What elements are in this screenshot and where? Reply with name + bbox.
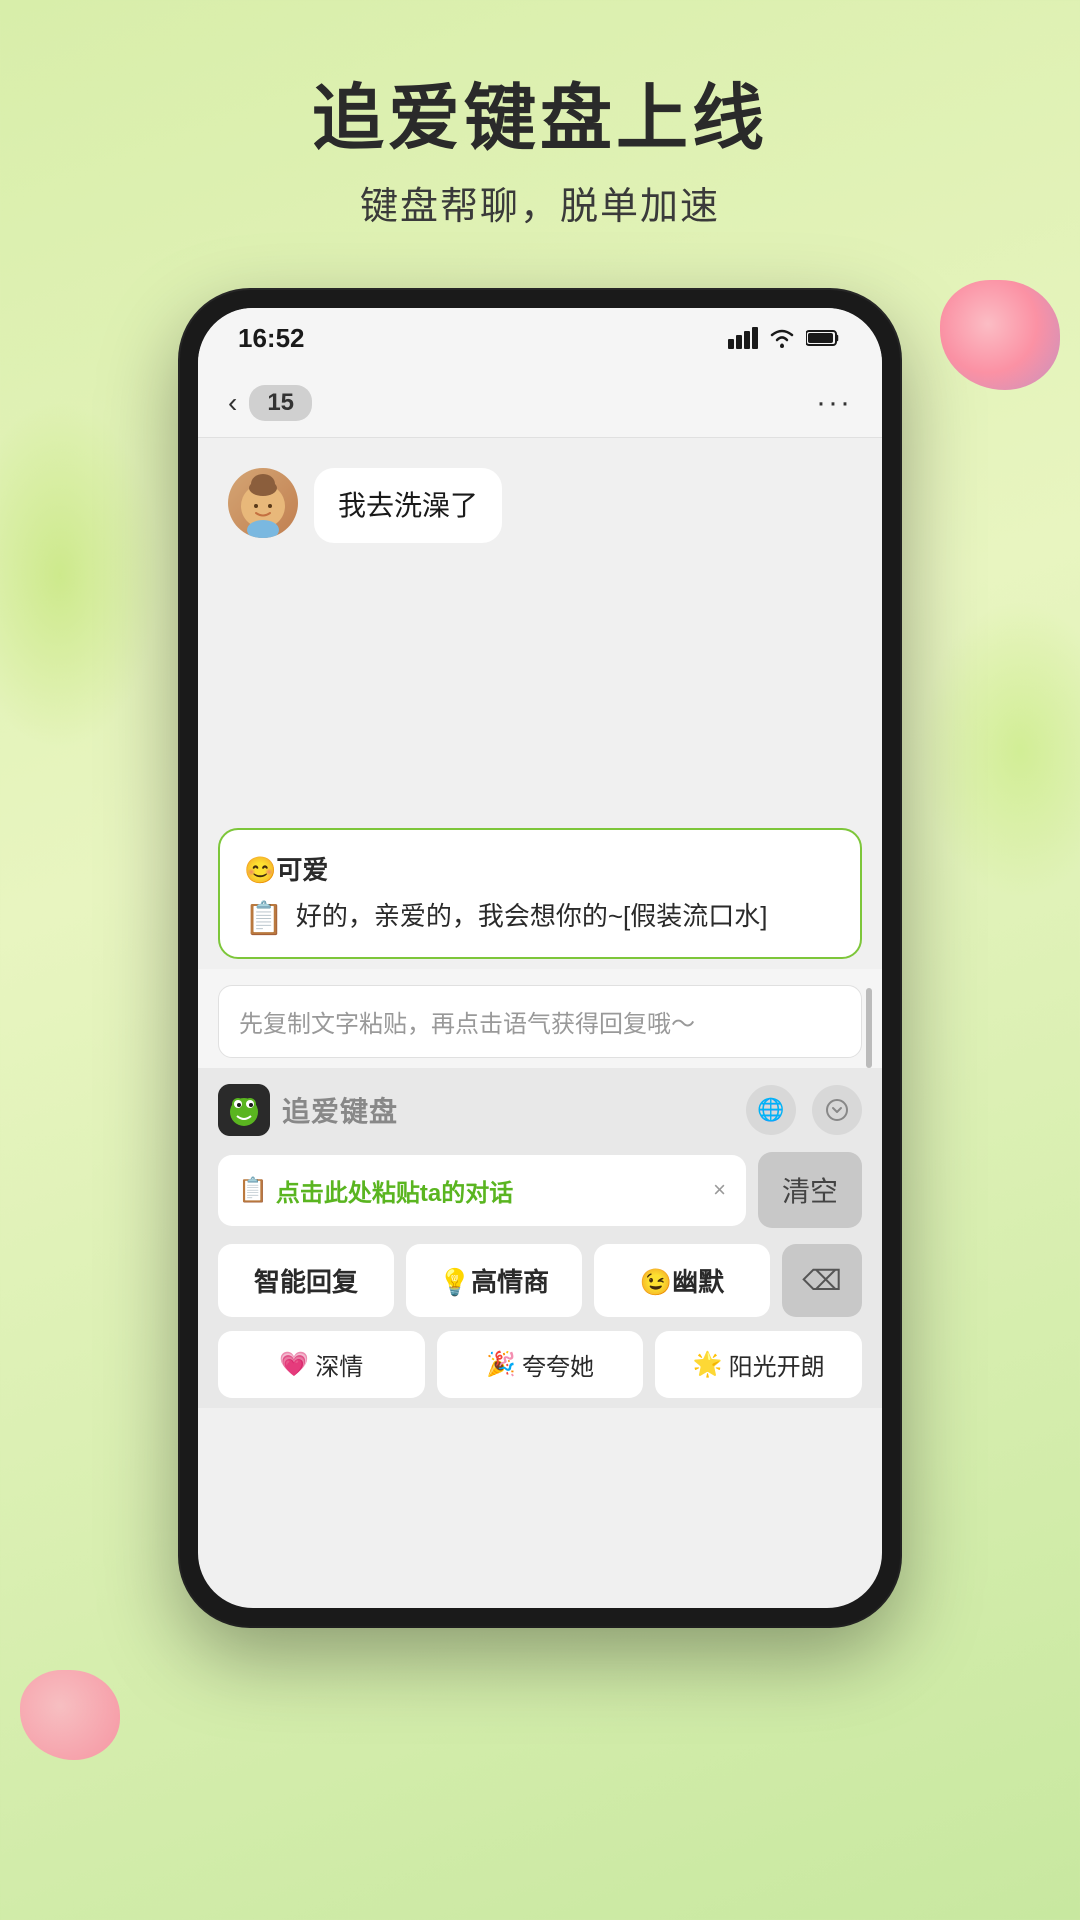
text-input-field[interactable]: 先复制文字粘贴，再点击语气获得回复哦～ — [218, 985, 862, 1058]
chat-header: ‹ 15 ··· — [198, 368, 882, 438]
deep-love-emoji: 💗 — [279, 1350, 309, 1379]
delete-icon: ⌫ — [802, 1264, 842, 1297]
phone-screen: 16:52 — [198, 308, 882, 1608]
heart-blob-top-right — [940, 280, 1060, 390]
status-bar: 16:52 — [198, 308, 882, 368]
input-placeholder: 先复制文字粘贴，再点击语气获得回复哦～ — [239, 1011, 695, 1038]
more-options-button[interactable]: ··· — [816, 386, 852, 420]
status-time: 16:52 — [238, 323, 305, 354]
received-message-row: 我去洗澡了 — [228, 468, 852, 543]
decorative-blob-left — [0, 400, 160, 750]
clear-button[interactable]: 清空 — [758, 1152, 862, 1228]
compliment-label: 夸夸她 — [522, 1347, 594, 1382]
keyboard-header: 追爱键盘 🌐 — [218, 1084, 862, 1136]
suggestion-title-text: 😊可爱 — [244, 850, 328, 887]
deep-love-button[interactable]: 💗 深情 — [218, 1331, 425, 1398]
humor-button[interactable]: 😉幽默 — [594, 1244, 770, 1317]
keyboard-brand-name: 追爱键盘 — [282, 1090, 398, 1130]
globe-icon: 🌐 — [757, 1097, 784, 1123]
phone-mockup: 16:52 — [180, 290, 900, 1626]
globe-button[interactable]: 🌐 — [746, 1085, 796, 1135]
ai-suggestion-title: 😊可爱 — [244, 850, 836, 887]
page-header: 追爱键盘上线 键盘帮聊，脱单加速 — [0, 0, 1080, 260]
heart-blob-bottom-left — [20, 1670, 120, 1760]
received-message-bubble: 我去洗澡了 — [314, 468, 502, 543]
paste-icon: 📋 — [238, 1176, 268, 1205]
page-subtitle: 键盘帮聊，脱单加速 — [0, 175, 1080, 230]
paste-close-button[interactable]: × — [713, 1177, 726, 1203]
signal-icon — [728, 327, 758, 349]
mood-buttons-row: 💗 深情 🎉 夸夸她 🌟 阳光开朗 — [218, 1331, 862, 1398]
humor-label: 😉幽默 — [640, 1262, 724, 1299]
sunshine-label: 阳光开朗 — [729, 1347, 825, 1382]
paste-box[interactable]: 📋 点击此处粘贴ta的对话 × — [218, 1155, 746, 1226]
chat-badge: 15 — [249, 385, 312, 421]
function-buttons-row: 智能回复 💡高情商 😉幽默 ⌫ — [218, 1244, 862, 1317]
ai-suggestion-text: 好的，亲爱的，我会想你的~[假装流口水] — [296, 897, 768, 936]
keyboard-brand: 追爱键盘 — [218, 1084, 398, 1136]
compliment-emoji: 🎉 — [486, 1350, 516, 1379]
status-icons — [728, 327, 842, 349]
chat-messages-area: 我去洗澡了 — [198, 438, 882, 818]
smart-reply-label: 智能回复 — [254, 1262, 358, 1299]
input-area: 先复制文字粘贴，再点击语气获得回复哦～ — [198, 969, 882, 1068]
sunshine-button[interactable]: 🌟 阳光开朗 — [655, 1331, 862, 1398]
paste-label: 点击此处粘贴ta的对话 — [276, 1173, 513, 1208]
collapse-button[interactable] — [812, 1085, 862, 1135]
received-message-text: 我去洗澡了 — [338, 490, 478, 521]
back-button[interactable]: ‹ — [228, 387, 237, 419]
keyboard-header-icons: 🌐 — [746, 1085, 862, 1135]
avatar — [228, 468, 298, 538]
wifi-icon — [768, 327, 796, 349]
deep-love-label: 深情 — [315, 1347, 363, 1382]
page-title: 追爱键盘上线 — [0, 80, 1080, 159]
smart-reply-button[interactable]: 智能回复 — [218, 1244, 394, 1317]
delete-button[interactable]: ⌫ — [782, 1244, 862, 1317]
keyboard-area: 追爱键盘 🌐 — [198, 1068, 882, 1408]
keyboard-logo — [218, 1084, 270, 1136]
high-eq-label: 💡高情商 — [439, 1262, 549, 1299]
compliment-button[interactable]: 🎉 夸夸她 — [437, 1331, 644, 1398]
phone-frame: 16:52 — [180, 290, 900, 1626]
paste-text: 📋 点击此处粘贴ta的对话 — [238, 1173, 513, 1208]
ai-suggestion-body: 📋 好的，亲爱的，我会想你的~[假装流口水] — [244, 897, 836, 937]
down-chevron-icon — [826, 1099, 848, 1121]
sunshine-emoji: 🌟 — [693, 1350, 723, 1379]
high-eq-button[interactable]: 💡高情商 — [406, 1244, 582, 1317]
decorative-blob-right — [920, 600, 1080, 900]
ai-suggestion-card[interactable]: 😊可爱 📋 好的，亲爱的，我会想你的~[假装流口水] — [218, 828, 862, 959]
paste-area: 📋 点击此处粘贴ta的对话 × 清空 — [218, 1152, 862, 1228]
copy-icon: 📋 — [244, 899, 284, 937]
scroll-indicator — [866, 988, 872, 1068]
battery-icon — [806, 329, 842, 347]
chat-header-left: ‹ 15 — [228, 385, 312, 421]
